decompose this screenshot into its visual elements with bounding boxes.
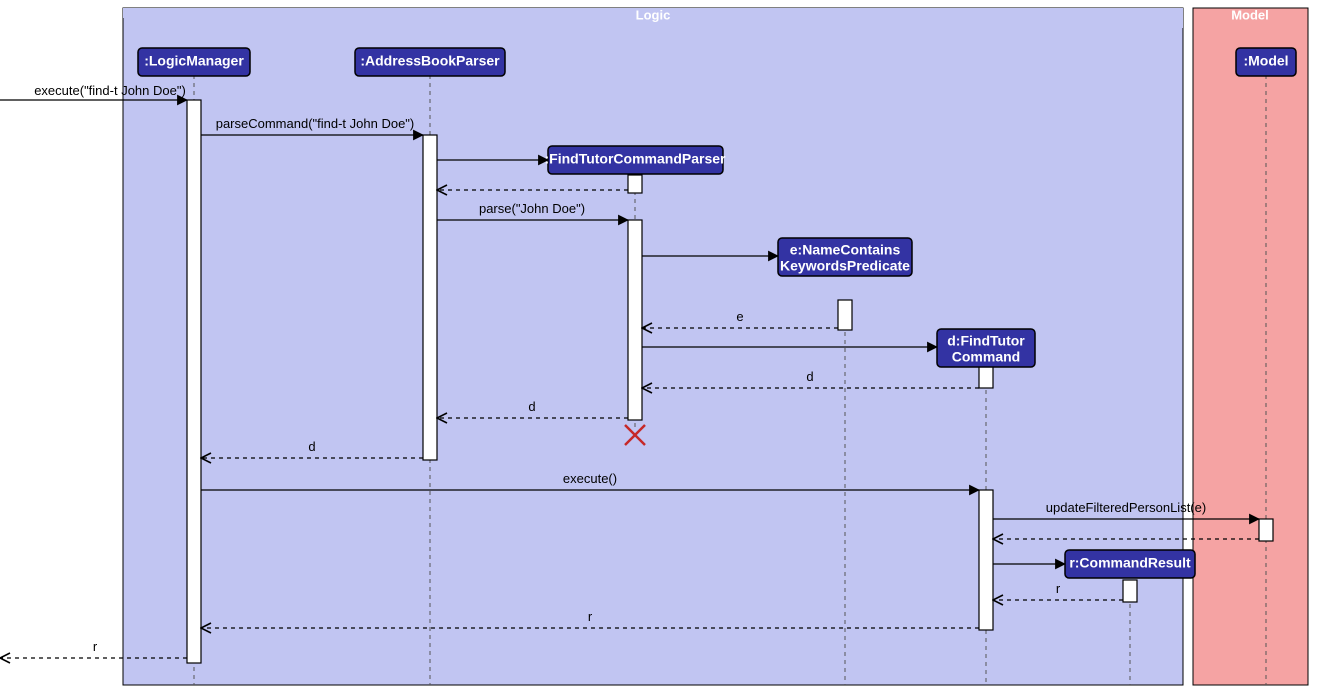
msg-execute-findtutor-label: execute("find-t John Doe") (34, 83, 186, 98)
msg-parse-johndoe-label: parse("John Doe") (479, 201, 585, 216)
participant-findtutorcommand: d:FindTutor Command (937, 329, 1035, 367)
sequence-diagram: Logic Model :LogicManager :AddressBookPa… (0, 0, 1317, 691)
msg-parsecommand-label: parseCommand("find-t John Doe") (216, 116, 415, 131)
msg-updatefilteredpersonlist-label: updateFilteredPersonList(e) (1046, 500, 1206, 515)
participant-addressbookparser: :AddressBookParser (355, 48, 505, 76)
participant-predicate-label2: KeywordsPredicate (780, 258, 910, 274)
activation-findtutorcommandparser-parse (628, 220, 642, 420)
activation-findtutorcommandparser-create (628, 175, 642, 193)
logic-frame-label: Logic (636, 7, 671, 22)
participant-findtutorcommand-label2: Command (952, 349, 1020, 365)
activation-commandresult (1123, 580, 1137, 602)
activation-logicmanager (187, 100, 201, 663)
msg-return-e-label: e (736, 309, 743, 324)
participant-model: :Model (1236, 48, 1296, 76)
participant-findtutorcommandparser: :FindTutorCommandParser (545, 146, 727, 174)
participant-logicmanager-label: :LogicManager (144, 53, 244, 69)
participant-addressbookparser-label: :AddressBookParser (360, 53, 500, 69)
participant-model-label: :Model (1243, 53, 1288, 69)
participant-commandresult: r:CommandResult (1065, 550, 1195, 578)
msg-execute-d-label: execute() (563, 471, 617, 486)
activation-model (1259, 519, 1273, 541)
participant-predicate-label1: e:NameContains (790, 242, 901, 258)
participant-findtutorcommandparser-label: :FindTutorCommandParser (545, 151, 727, 167)
activation-predicate (838, 300, 852, 330)
participant-findtutorcommand-label1: d:FindTutor (947, 333, 1025, 349)
model-frame: Model (1193, 7, 1308, 685)
msg-return-d-3-label: d (308, 439, 315, 454)
msg-return-r-2-label: r (588, 609, 593, 624)
msg-return-r-3-label: r (93, 639, 98, 654)
msg-return-d-1-label: d (806, 369, 813, 384)
model-frame-label: Model (1231, 7, 1269, 22)
msg-return-d-2-label: d (528, 399, 535, 414)
msg-return-r-1-label: r (1056, 581, 1061, 596)
msg-execute-findtutor: execute("find-t John Doe") (0, 83, 187, 100)
participant-commandresult-label: r:CommandResult (1069, 555, 1191, 571)
participant-predicate: e:NameContains KeywordsPredicate (778, 238, 912, 276)
activation-findtutorcommand-exec (979, 490, 993, 630)
participant-logicmanager: :LogicManager (138, 48, 250, 76)
activation-addressbookparser (423, 135, 437, 460)
